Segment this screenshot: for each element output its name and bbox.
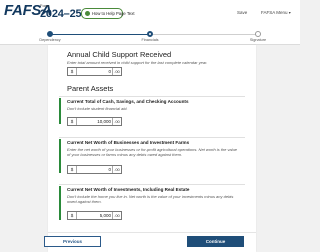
cash-savings-input[interactable]: $ 10,000 .00 xyxy=(67,117,122,126)
investments-networth-instruction: Don't include the home you live in. Net … xyxy=(67,194,234,204)
step-dot-current xyxy=(147,31,153,37)
dollar-prefix: $ xyxy=(68,118,77,125)
help-icon xyxy=(85,11,90,16)
help-button[interactable]: How to Help Page Text xyxy=(81,8,135,19)
cents-suffix: .00 xyxy=(112,166,121,173)
cents-suffix: .00 xyxy=(112,68,121,75)
cents-suffix: .00 xyxy=(112,212,121,219)
business-networth-value: 0 xyxy=(108,167,111,172)
help-button-label: How to Help Page Text xyxy=(92,11,135,16)
section-divider xyxy=(59,96,245,97)
dollar-prefix: $ xyxy=(68,166,77,173)
step-label-signature: Signature xyxy=(249,38,267,42)
parent-assets-heading: Parent Assets xyxy=(67,84,114,93)
child-support-value: 0 xyxy=(108,69,111,74)
cash-savings-instruction: Don't include student financial aid. xyxy=(67,106,128,111)
investments-networth-input[interactable]: $ 5,000 .00 xyxy=(67,211,122,220)
business-networth-input[interactable]: $ 0 .00 xyxy=(67,165,122,174)
cents-suffix: .00 xyxy=(112,118,121,125)
save-link[interactable]: Save xyxy=(237,10,247,15)
previous-button[interactable]: Previous xyxy=(44,236,101,247)
step-connector xyxy=(50,34,150,35)
top-header: FAFSA Form 2024–25 How to Help Page Text… xyxy=(0,0,300,30)
dollar-prefix: $ xyxy=(68,212,77,219)
step-dot-complete xyxy=(47,31,53,37)
business-networth-title: Current Net Worth of Businesses and Inve… xyxy=(67,140,190,145)
fafsa-menu-link[interactable]: FAFSA Menu ▾ xyxy=(261,10,291,15)
step-label-financials: Financials xyxy=(141,38,159,42)
step-dot-upcoming xyxy=(255,31,261,37)
step-label-dependency: Dependency xyxy=(39,38,61,42)
child-support-heading: Annual Child Support Received xyxy=(67,50,172,59)
dollar-prefix: $ xyxy=(68,68,77,75)
investments-networth-title: Current Net Worth of Investments, Includ… xyxy=(67,187,190,192)
section-divider xyxy=(59,184,245,185)
continue-button[interactable]: Continue xyxy=(187,236,244,247)
question-accent-bar xyxy=(59,139,61,173)
child-support-instruction: Enter total amount received in child sup… xyxy=(67,60,208,65)
progress-stepper: Dependency Financials Signature xyxy=(0,29,300,45)
chevron-down-icon: ▾ xyxy=(288,10,291,15)
cash-savings-title: Current Total of Cash, Savings, and Chec… xyxy=(67,99,189,104)
question-accent-bar xyxy=(59,186,61,220)
business-networth-instruction: Enter the net worth of your businesses o… xyxy=(67,147,238,157)
section-divider xyxy=(59,137,245,138)
logo-year: 2024–25 xyxy=(40,8,82,20)
investments-networth-value: 5,000 xyxy=(99,213,111,218)
footer-divider xyxy=(48,232,256,233)
cash-savings-value: 10,000 xyxy=(97,119,111,124)
question-accent-bar xyxy=(59,98,61,124)
child-support-input[interactable]: $ 0 .00 xyxy=(67,67,122,76)
step-connector xyxy=(150,34,258,35)
fafsa-menu-label: FAFSA Menu xyxy=(261,10,288,15)
